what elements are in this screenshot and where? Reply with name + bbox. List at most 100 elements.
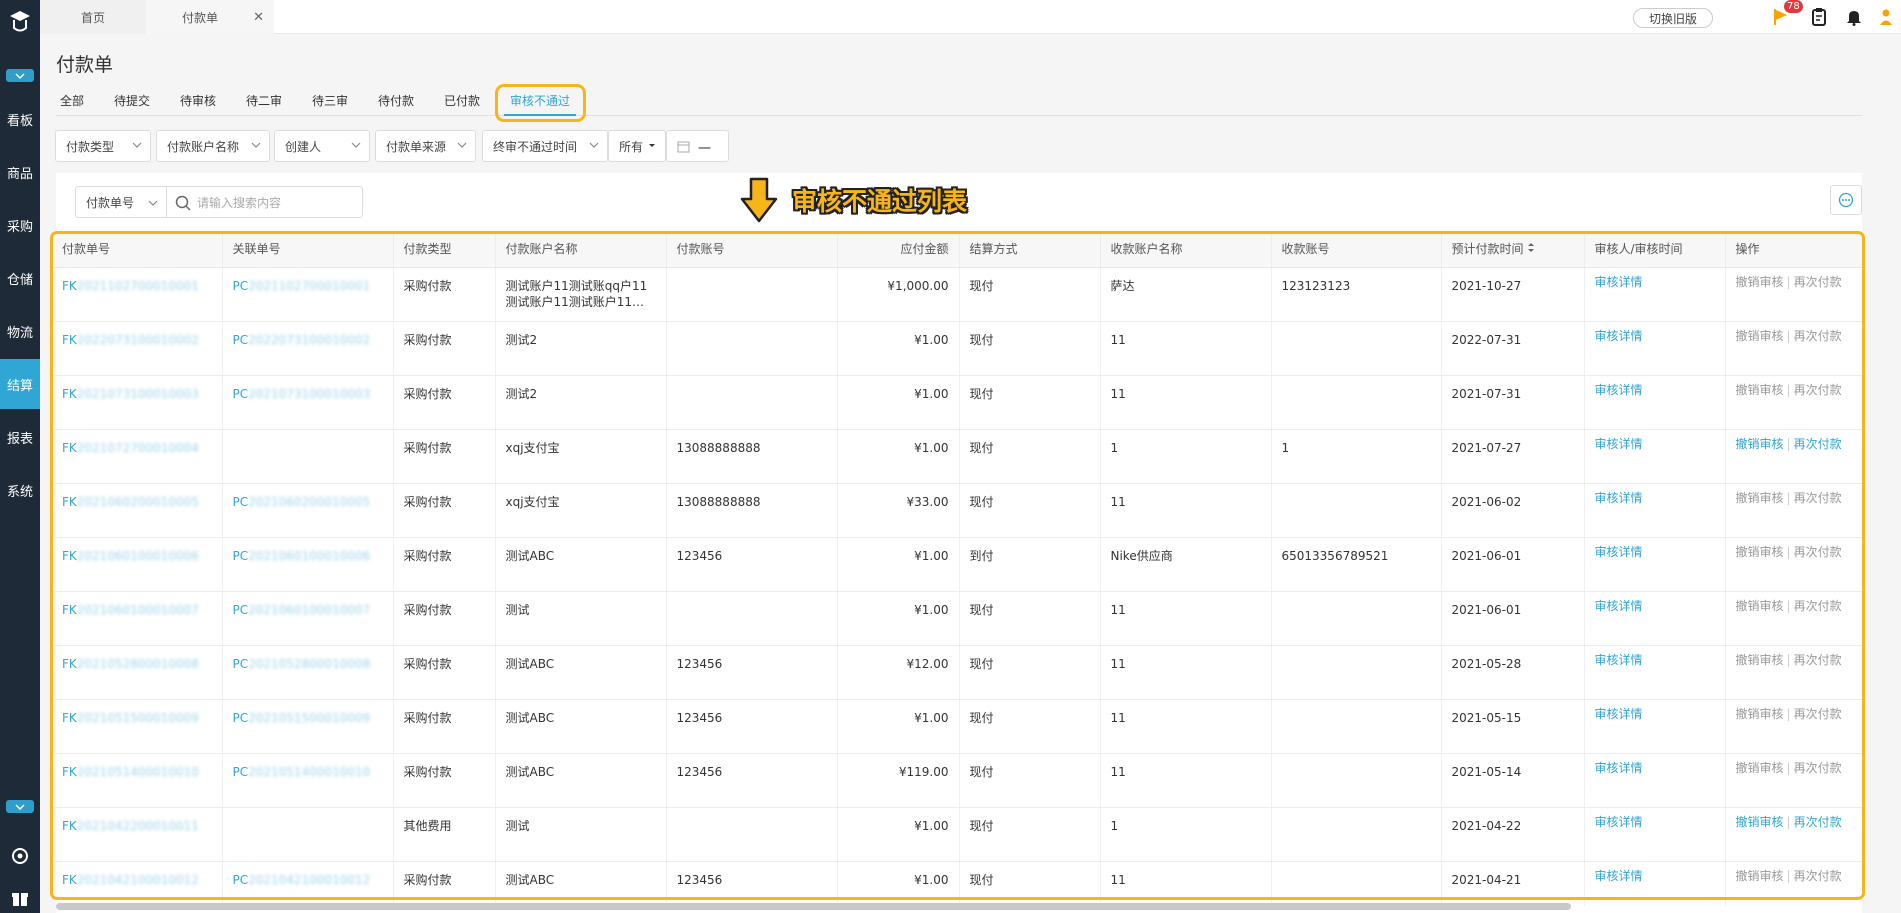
repay-button[interactable]: 再次付款 [1794, 491, 1842, 505]
cell-related-no[interactable]: PC2021051500010009 [222, 699, 394, 754]
sidebar-expand-button[interactable] [6, 69, 34, 82]
sidebar-item-purchase[interactable]: 采购 [0, 200, 40, 250]
repay-button[interactable]: 再次付款 [1794, 437, 1842, 451]
related-no-link[interactable]: PC [233, 603, 249, 617]
review-detail-link[interactable]: 审核详情 [1595, 653, 1643, 667]
bell-icon[interactable] [1844, 6, 1864, 28]
repay-button[interactable]: 再次付款 [1794, 653, 1842, 667]
logo-icon[interactable] [8, 8, 32, 36]
horizontal-scrollbar[interactable] [56, 903, 1571, 910]
review-detail-link[interactable]: 审核详情 [1595, 815, 1643, 829]
cell-related-no[interactable]: PC2021052800010008 [222, 645, 394, 700]
revoke-review-button[interactable]: 撤销审核 [1736, 383, 1784, 397]
user-icon[interactable] [1876, 6, 1896, 28]
cell-payment-no[interactable]: FK2021102700010001 [52, 267, 223, 322]
payment-no-link[interactable]: FK [62, 495, 77, 509]
sidebar-item-reports[interactable]: 报表 [0, 412, 40, 462]
repay-button[interactable]: 再次付款 [1794, 329, 1842, 343]
revoke-review-button[interactable]: 撤销审核 [1736, 815, 1784, 829]
review-detail-link[interactable]: 审核详情 [1595, 707, 1643, 721]
repay-button[interactable]: 再次付款 [1794, 707, 1842, 721]
filter-source[interactable]: 付款单来源 [375, 130, 476, 162]
payment-no-link[interactable]: FK [62, 603, 77, 617]
column-settings-button[interactable] [1830, 185, 1862, 215]
related-no-link[interactable]: PC [233, 711, 249, 725]
payment-no-link[interactable]: FK [62, 441, 77, 455]
cell-related-no[interactable] [222, 429, 394, 484]
payment-no-link[interactable]: FK [62, 765, 77, 779]
tab-pending-third-review[interactable]: 待三审 [312, 92, 348, 112]
repay-button[interactable]: 再次付款 [1794, 383, 1842, 397]
revoke-review-button[interactable]: 撤销审核 [1736, 761, 1784, 775]
related-no-link[interactable]: PC [233, 873, 249, 887]
filter-account-name[interactable]: 付款账户名称 [156, 130, 270, 162]
payment-no-link[interactable]: FK [62, 711, 77, 725]
related-no-link[interactable]: PC [233, 279, 249, 293]
repay-button[interactable]: 再次付款 [1794, 869, 1842, 883]
filter-payment-type[interactable]: 付款类型 [55, 130, 151, 162]
cell-related-no[interactable]: PC2021060200010005 [222, 483, 394, 538]
close-icon[interactable]: ✕ [253, 10, 264, 25]
repay-button[interactable]: 再次付款 [1794, 815, 1842, 829]
review-detail-link[interactable]: 审核详情 [1595, 491, 1643, 505]
repay-button[interactable]: 再次付款 [1794, 545, 1842, 559]
review-detail-link[interactable]: 审核详情 [1595, 329, 1643, 343]
cell-payment-no[interactable]: FK2022073100010002 [52, 321, 223, 376]
help-icon[interactable] [10, 846, 30, 866]
tab-pending-payment[interactable]: 待付款 [378, 92, 414, 112]
search-input[interactable]: 请输入搜索内容 [167, 186, 363, 218]
filter-range[interactable]: 所有 [608, 130, 666, 162]
sidebar-item-products[interactable]: 商品 [0, 147, 40, 197]
tab-paid[interactable]: 已付款 [444, 92, 480, 112]
cell-payment-no[interactable]: FK2021072700010004 [52, 429, 223, 484]
search-field-select[interactable]: 付款单号 [75, 186, 167, 218]
review-detail-link[interactable]: 审核详情 [1595, 599, 1643, 613]
repay-button[interactable]: 再次付款 [1794, 599, 1842, 613]
tab-payment-order[interactable]: 付款单 ✕ [146, 0, 274, 34]
revoke-review-button[interactable]: 撤销审核 [1736, 491, 1784, 505]
related-no-link[interactable]: PC [233, 495, 249, 509]
revoke-review-button[interactable]: 撤销审核 [1736, 545, 1784, 559]
related-no-link[interactable]: PC [233, 549, 249, 563]
payment-no-link[interactable]: FK [62, 387, 77, 401]
switch-old-version-button[interactable]: 切换旧版 [1633, 8, 1713, 28]
tab-all[interactable]: 全部 [60, 92, 84, 112]
sidebar-item-dashboard[interactable]: 看板 [0, 94, 40, 144]
review-detail-link[interactable]: 审核详情 [1595, 275, 1643, 289]
related-no-link[interactable]: PC [233, 333, 249, 347]
review-detail-link[interactable]: 审核详情 [1595, 761, 1643, 775]
cell-payment-no[interactable]: FK2021051500010009 [52, 699, 223, 754]
cell-payment-no[interactable]: FK2021052800010008 [52, 645, 223, 700]
revoke-review-button[interactable]: 撤销审核 [1736, 275, 1784, 289]
tab-home[interactable]: 首页 [40, 0, 146, 34]
clipboard-icon[interactable] [1809, 6, 1829, 28]
revoke-review-button[interactable]: 撤销审核 [1736, 329, 1784, 343]
sidebar-more-button[interactable] [6, 800, 34, 813]
cell-related-no[interactable]: PC2022073100010002 [222, 321, 394, 376]
tab-pending-review[interactable]: 待审核 [180, 92, 216, 112]
cell-payment-no[interactable]: FK2021042100010012 [52, 861, 223, 906]
cell-related-no[interactable]: PC2021042100010012 [222, 861, 394, 906]
filter-creator[interactable]: 创建人 [274, 130, 370, 162]
related-no-link[interactable]: PC [233, 387, 249, 401]
review-detail-link[interactable]: 审核详情 [1595, 383, 1643, 397]
cell-related-no[interactable]: PC2021073100010003 [222, 375, 394, 430]
repay-button[interactable]: 再次付款 [1794, 761, 1842, 775]
sidebar-item-settlement[interactable]: 结算 [0, 359, 40, 409]
revoke-review-button[interactable]: 撤销审核 [1736, 653, 1784, 667]
cell-payment-no[interactable]: FK2021073100010003 [52, 375, 223, 430]
review-detail-link[interactable]: 审核详情 [1595, 869, 1643, 883]
filter-time-field[interactable]: 终审不通过时间 [482, 130, 608, 162]
repay-button[interactable]: 再次付款 [1794, 275, 1842, 289]
related-no-link[interactable]: PC [233, 657, 249, 671]
payment-no-link[interactable]: FK [62, 333, 77, 347]
payment-no-link[interactable]: FK [62, 657, 77, 671]
cell-related-no[interactable] [222, 807, 394, 862]
cell-payment-no[interactable]: FK2021042200010011 [52, 807, 223, 862]
payment-no-link[interactable]: FK [62, 819, 77, 833]
cell-related-no[interactable]: PC2021060100010006 [222, 537, 394, 592]
tab-pending-submit[interactable]: 待提交 [114, 92, 150, 112]
sidebar-item-logistics[interactable]: 物流 [0, 306, 40, 356]
payment-no-link[interactable]: FK [62, 549, 77, 563]
sort-icon[interactable] [1527, 242, 1535, 253]
